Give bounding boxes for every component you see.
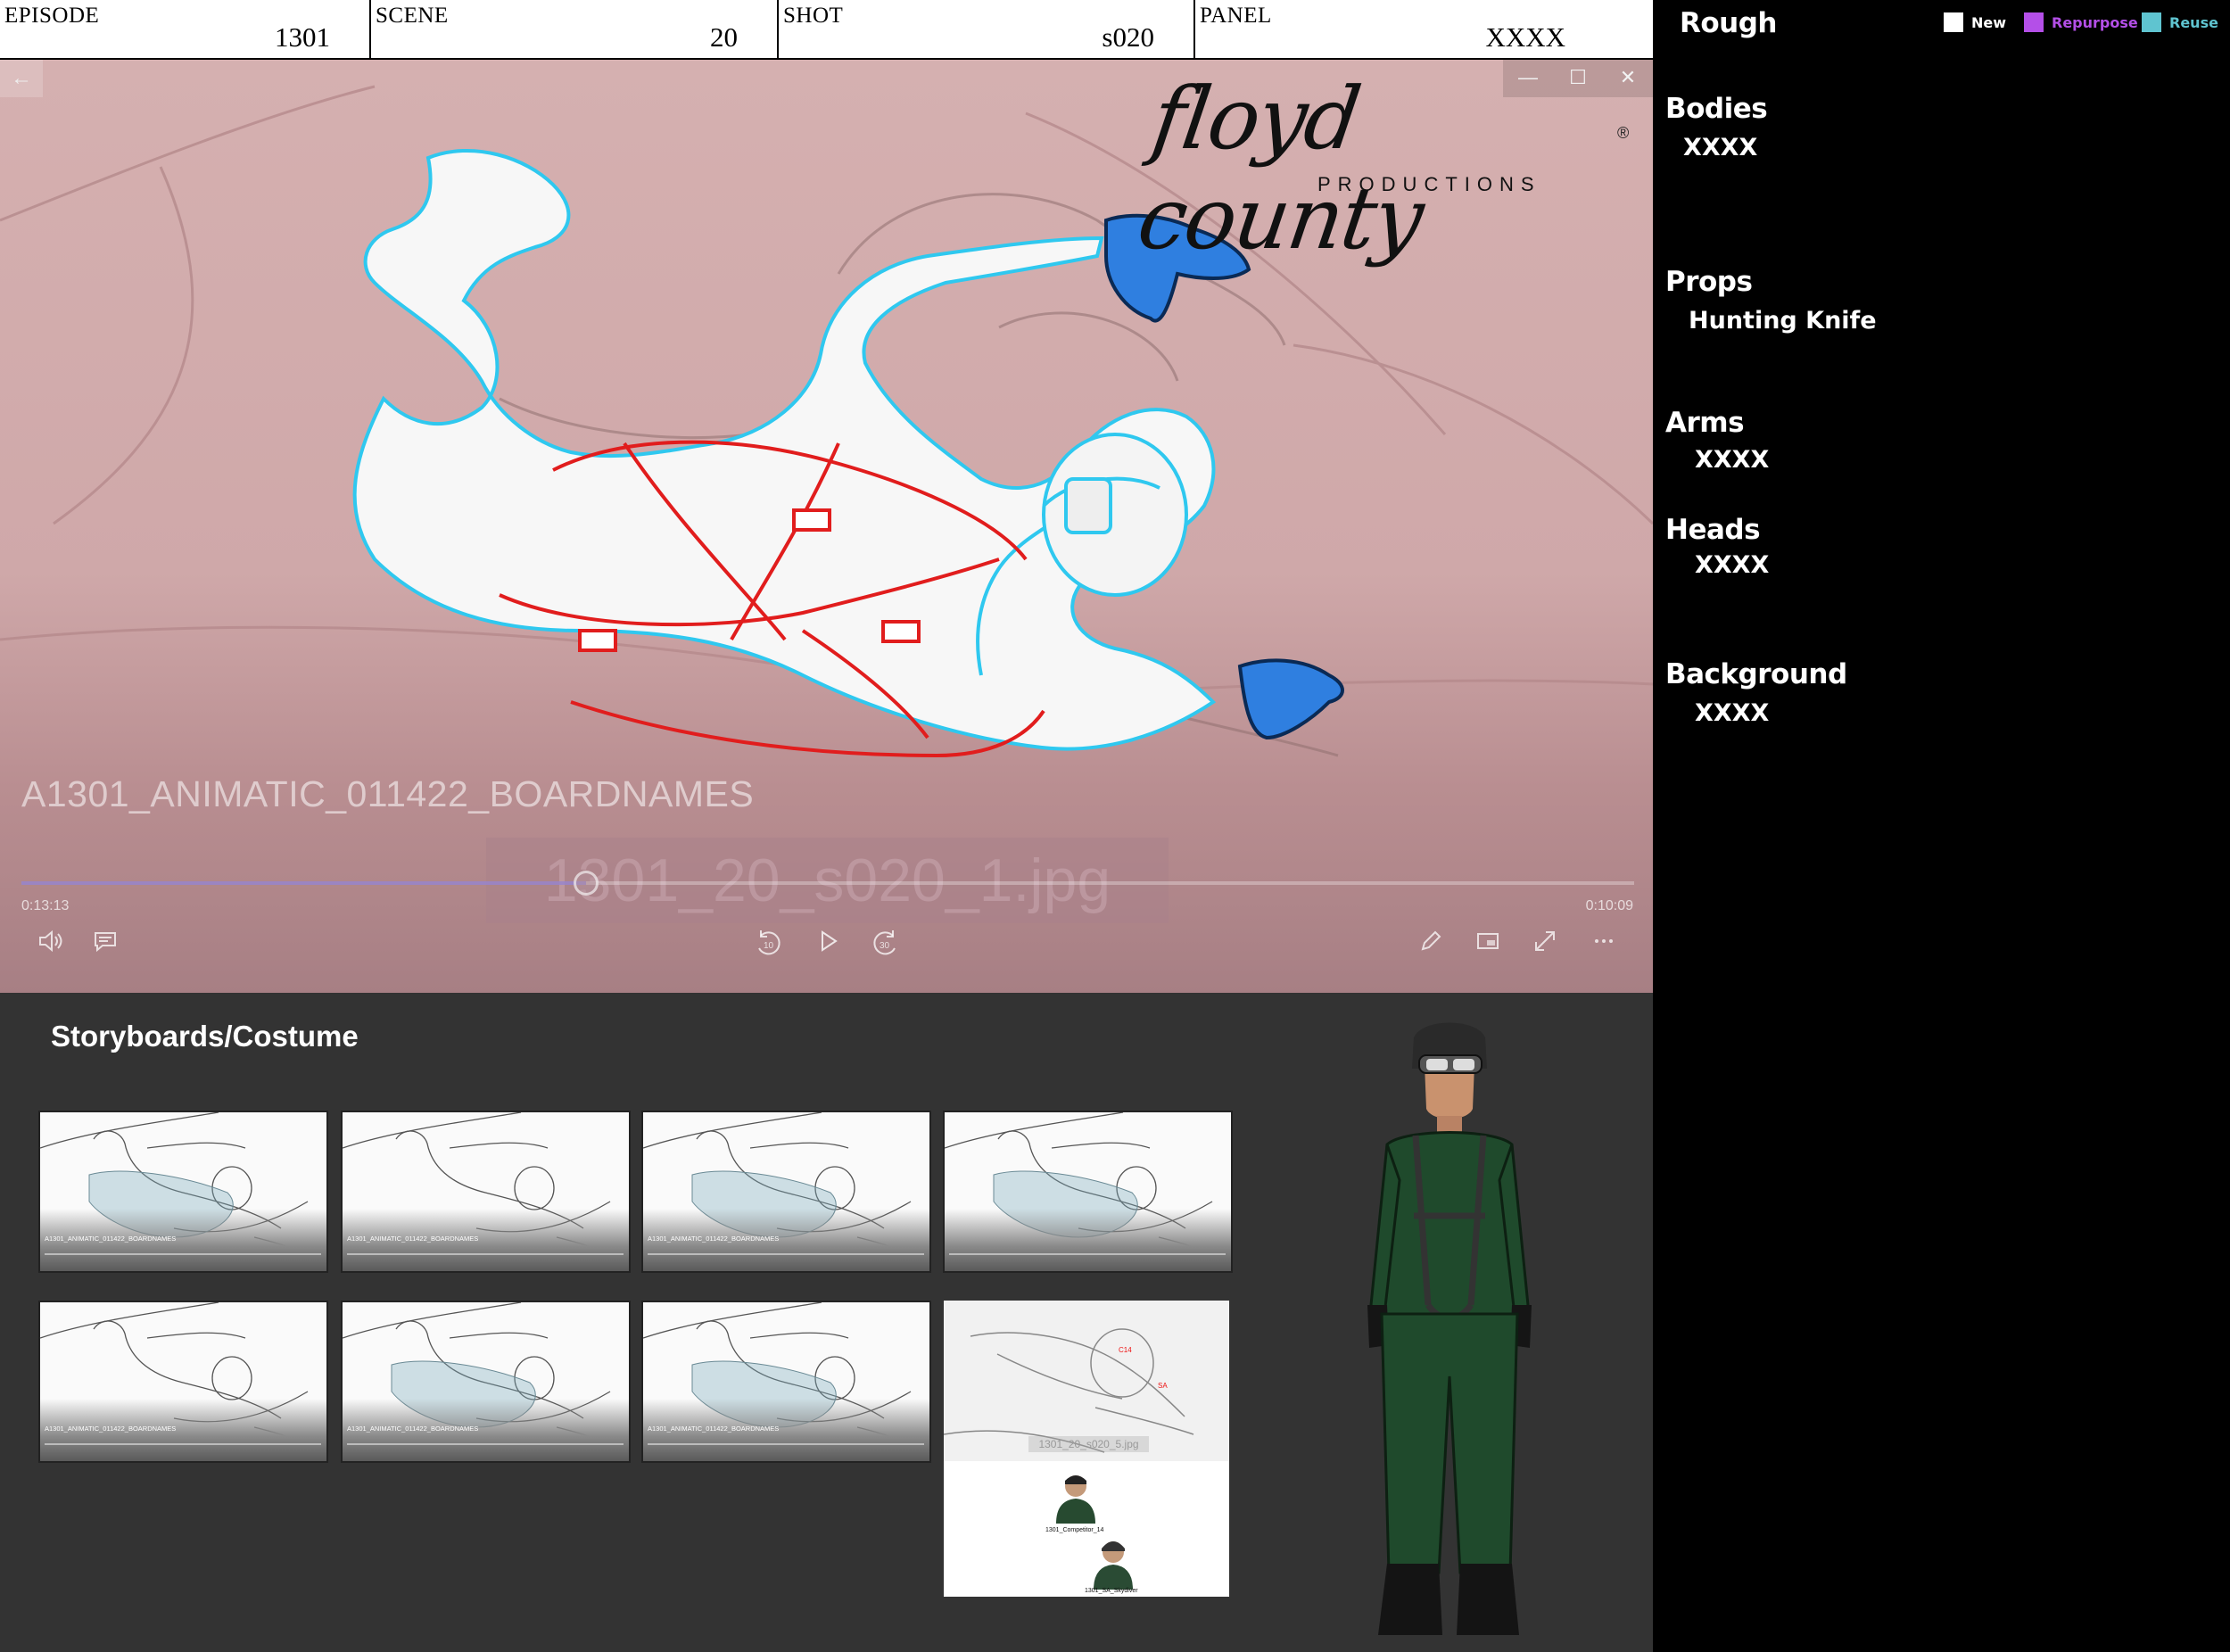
shot-label: SHOT: [783, 4, 844, 28]
props-value: Hunting Knife: [1689, 307, 1877, 335]
scene-cell: SCENE 20: [371, 0, 779, 60]
arms-value: XXXX: [1695, 446, 1770, 474]
thumbnail-seek-bar: [648, 1253, 924, 1255]
storyboard-thumbnail[interactable]: A1301_ANIMATIC_011422_BOARDNAMES: [38, 1111, 328, 1273]
scene-label: SCENE: [376, 4, 449, 28]
pencil-icon[interactable]: [1411, 927, 1450, 966]
panel-label: PANEL: [1200, 4, 1272, 28]
thumbnail-seek-bar: [45, 1443, 321, 1445]
seek-bar[interactable]: [21, 871, 1634, 896]
marker-c14: C14: [1119, 1346, 1132, 1354]
media-player: ← — ☐ ✕ floyd county ® PRODUCTIONS A1301…: [0, 60, 1653, 993]
shot-value: s020: [1102, 21, 1154, 53]
reference-filename: 1301_20_s020_5.jpg: [1028, 1436, 1149, 1452]
legend-swatch-new: [1944, 12, 1963, 32]
skip-forward-30-icon[interactable]: 30: [865, 927, 904, 966]
thumbnail-label: A1301_ANIMATIC_011422_BOARDNAMES: [45, 1235, 177, 1243]
floyd-county-logo: floyd county ® PRODUCTIONS: [1132, 69, 1646, 274]
asset-info-panel: Rough New Repurpose Reuse Bodies XXXX Pr…: [1653, 0, 2230, 1652]
legend-swatch-repurpose: [2024, 12, 2044, 32]
time-remaining: 0:10:09: [1585, 898, 1633, 913]
thumbnail-label: A1301_ANIMATIC_011422_BOARDNAMES: [347, 1235, 479, 1243]
rough-label: Rough: [1680, 7, 1778, 39]
marker-sa: SA: [1158, 1382, 1168, 1390]
legend-new: New: [1944, 12, 2006, 32]
thumbnail-label: A1301_ANIMATIC_011422_BOARDNAMES: [648, 1425, 780, 1433]
storyboard-thumbnail[interactable]: A1301_ANIMATIC_011422_BOARDNAMES: [341, 1301, 631, 1463]
thumbnail-label: A1301_ANIMATIC_011422_BOARDNAMES: [347, 1425, 479, 1433]
volume-icon[interactable]: [30, 927, 70, 966]
legend-swatch-reuse: [2142, 12, 2161, 32]
skydiver-portrait: [1094, 1541, 1133, 1590]
captions-icon[interactable]: [86, 927, 125, 966]
seek-bar-progress: [21, 881, 586, 885]
shot-cell: SHOT s020: [779, 0, 1195, 60]
episode-value: 1301: [275, 21, 330, 53]
thumbnail-seek-bar: [648, 1443, 924, 1445]
storyboard-thumbnail[interactable]: A1301_ANIMATIC_011422_BOARDNAMES: [341, 1111, 631, 1273]
thumbnail-seek-bar: [347, 1253, 624, 1255]
fullscreen-icon[interactable]: [1525, 927, 1565, 966]
thumbnail-seek-bar: [45, 1253, 321, 1255]
storyboard-thumbnail[interactable]: [943, 1111, 1233, 1273]
heads-label: Heads: [1665, 514, 1761, 546]
video-title: A1301_ANIMATIC_011422_BOARDNAMES: [21, 773, 755, 814]
episode-label: EPISODE: [4, 4, 100, 28]
section-title: Storyboards/Costume: [51, 1020, 359, 1053]
storyboard-thumbnail[interactable]: A1301_ANIMATIC_011422_BOARDNAMES: [641, 1111, 931, 1273]
thumbnail-shade: [945, 1209, 1231, 1271]
heads-value: XXXX: [1695, 551, 1770, 579]
time-elapsed: 0:13:13: [21, 898, 70, 913]
bodies-label: Bodies: [1665, 93, 1768, 125]
panel-cell: PANEL XXXX: [1195, 0, 1653, 60]
thumbnail-label: A1301_ANIMATIC_011422_BOARDNAMES: [45, 1425, 177, 1433]
bodies-value: XXXX: [1683, 134, 1758, 161]
logo-brand: floyd county: [1132, 69, 1429, 268]
mini-view-icon[interactable]: [1468, 927, 1507, 966]
legend-label-reuse: Reuse: [2169, 13, 2218, 31]
legend-label-repurpose: Repurpose: [2052, 13, 2138, 31]
logo-registered-mark: ®: [1617, 124, 1630, 142]
background-label: Background: [1665, 658, 1847, 690]
reference-sketch: C14 SA 1301_20_s020_5.jpg: [943, 1301, 1229, 1461]
costume-character-art: [1367, 1022, 1532, 1635]
episode-cell: EPISODE 1301: [0, 0, 371, 60]
competitor-portrait: [1056, 1475, 1095, 1524]
logo-subtitle: PRODUCTIONS: [1317, 173, 1541, 195]
legend-label-new: New: [1971, 13, 2007, 31]
skip-back-label: 10: [764, 941, 774, 951]
shot-header: EPISODE 1301 SCENE 20 SHOT s020 PANEL XX…: [0, 0, 1653, 60]
storyboards-costume-panel: Storyboards/Costume A1301_ANIMATIC_01142…: [0, 993, 1653, 1652]
storyboard-thumbnail[interactable]: A1301_ANIMATIC_011422_BOARDNAMES: [641, 1301, 931, 1463]
skip-back-10-icon[interactable]: 10: [749, 927, 789, 966]
thumbnail-seek-bar: [949, 1253, 1226, 1255]
skydiver-caption: 1301_SA_Skydiver: [1085, 1588, 1138, 1594]
more-icon[interactable]: [1584, 927, 1623, 966]
legend-reuse: Reuse: [2142, 12, 2218, 32]
play-icon[interactable]: [808, 927, 847, 966]
back-button[interactable]: ←: [0, 60, 43, 97]
storyboard-thumbnail[interactable]: A1301_ANIMATIC_011422_BOARDNAMES: [38, 1301, 328, 1463]
arms-label: Arms: [1665, 407, 1745, 439]
props-label: Props: [1665, 266, 1753, 298]
legend-repurpose: Repurpose: [2024, 12, 2138, 32]
seek-bar-thumb[interactable]: [573, 871, 599, 896]
scene-value: 20: [710, 21, 738, 53]
competitor-caption: 1301_Competitor_14: [1045, 1527, 1104, 1533]
skip-forward-label: 30: [880, 941, 890, 951]
thumbnail-seek-bar: [347, 1443, 624, 1445]
panel-value: XXXX: [1485, 21, 1565, 53]
character-reference-card[interactable]: C14 SA 1301_20_s020_5.jpg 1301_Competito…: [943, 1301, 1229, 1597]
thumbnail-label: A1301_ANIMATIC_011422_BOARDNAMES: [648, 1235, 780, 1243]
background-value: XXXX: [1695, 699, 1770, 727]
